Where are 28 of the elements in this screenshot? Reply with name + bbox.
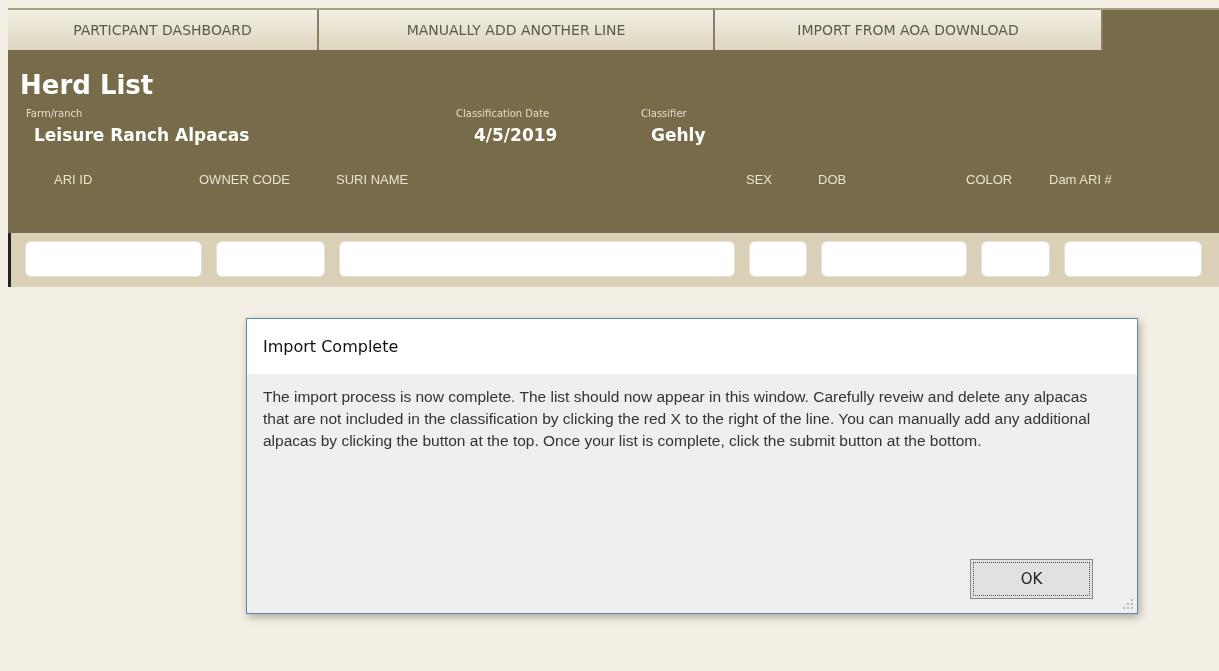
page-title: Herd List bbox=[19, 70, 155, 100]
input-field[interactable] bbox=[821, 241, 967, 277]
input-field[interactable] bbox=[1064, 241, 1202, 277]
field-label: Farm/ranch bbox=[26, 108, 83, 119]
input-field[interactable] bbox=[216, 241, 325, 277]
column-header: ARI ID bbox=[54, 171, 93, 187]
column-header: SEX bbox=[746, 171, 772, 187]
input-field[interactable] bbox=[25, 241, 202, 277]
field-value: Leisure Ranch Alpacas bbox=[33, 125, 250, 145]
resize-grip-icon bbox=[1123, 599, 1133, 609]
column-header: OWNER CODE bbox=[199, 171, 290, 187]
nav-tab[interactable]: PARTICPANT DASHBOARD bbox=[8, 10, 319, 50]
column-header: COLOR bbox=[966, 171, 1013, 187]
input-field[interactable] bbox=[339, 241, 735, 277]
column-header: Dam ARI # bbox=[1049, 171, 1112, 187]
dialog-message: The import process is now complete. The list should now appear in this window. Carefully reveiw and delete any alpacas that are not included in the classification by clicking the red X to the right of the line. You can manually add any additional alpacas by clicking the button at the top. Once your list is complete, click the submit button at the bottom. bbox=[263, 387, 1092, 451]
field-label: Classifier bbox=[641, 108, 687, 119]
ok-button[interactable]: OK bbox=[970, 559, 1093, 599]
field-label: Classification Date bbox=[456, 108, 550, 119]
field-value: 4/5/2019 bbox=[473, 125, 558, 145]
nav-tab[interactable]: IMPORT FROM AOA DOWNLOAD bbox=[715, 10, 1103, 50]
input-field[interactable] bbox=[749, 241, 807, 277]
dialog-title: Import Complete bbox=[247, 319, 1137, 374]
column-header: SURI NAME bbox=[336, 171, 409, 187]
nav-tab[interactable]: MANUALLY ADD ANOTHER LINE bbox=[319, 10, 715, 50]
input-field[interactable] bbox=[981, 241, 1050, 277]
column-header: DOB bbox=[818, 171, 847, 187]
field-value: Gehly bbox=[650, 125, 706, 145]
